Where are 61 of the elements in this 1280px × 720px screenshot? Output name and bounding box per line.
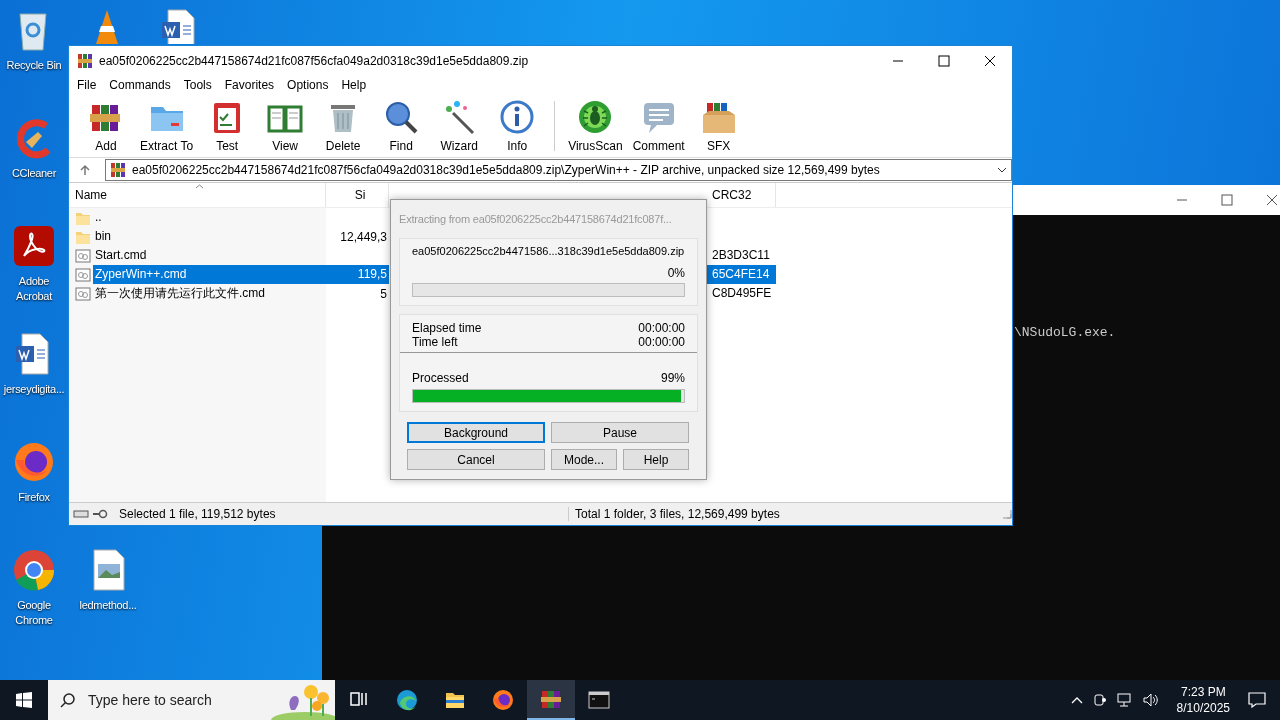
search-field[interactable]: Type here to search [86,691,261,709]
percent-text: 99% [660,371,685,385]
crc-value: C8D495FE [712,286,772,300]
dialog-button[interactable]: Background [407,422,545,443]
file-size: 12,449,3 [340,229,387,244]
menu-item[interactable]: File [77,78,97,92]
toolbar-button[interactable]: Find [374,99,429,157]
menu-item[interactable]: Options [287,78,329,92]
time-label: Time left [412,335,458,349]
toolbar-button[interactable]: Delete [316,99,371,157]
dialog-title: Extracting from ea05f0206225cc2b447158674d21fc087f... [399,212,673,227]
toolbar-button[interactable]: Test [200,99,255,157]
time-value: 00:00:00 [638,335,685,349]
clock-date: 8/10/2025 [1176,700,1230,716]
file-name[interactable]: 第一次使用请先运行此文件.cmd [93,284,326,303]
dialog-button[interactable]: Cancel [407,449,545,470]
file-name[interactable]: bin [93,227,326,246]
time-label: Elapsed time [412,321,482,335]
menu-item[interactable]: Favorites [224,78,275,92]
dialog-button[interactable]: Mode... [551,449,617,470]
crc-value: 65C4FE14 [712,267,770,281]
path-field[interactable]: ea05f0206225cc2b447158674d21fc087f56cfa049a2d0318c39d1e5e5dda809.zip\ZyperWin++ - ZIP archive, unpacked size 12,569,499 bytes [105,159,1012,181]
toolbar-button[interactable]: Comment [629,99,688,157]
menu-item[interactable]: Help [341,78,367,92]
status-text: Selected 1 file, 119,512 bytes [118,507,277,521]
crc-value: 2B3D3C11 [712,248,770,262]
file-size: 5 [380,286,387,301]
file-size: 119,5 [357,267,387,281]
clock[interactable]: 7:23 PM 8/10/2025 [1168,684,1238,716]
file-name[interactable]: Start.cmd [93,246,326,265]
time-value: 00:00:00 [638,321,685,335]
toolbar-button[interactable]: View [258,99,313,157]
toolbar-button[interactable]: Add [79,99,133,157]
toolbar-button[interactable]: VirusScan [565,99,626,157]
search-box[interactable]: Type here to search [48,680,335,720]
menu-item[interactable]: Tools [183,78,212,92]
archive-name: ea05f0206225cc2b4471586...318c39d1e5e5dda809.zip [412,245,685,257]
file-name[interactable]: ZyperWin++.cmd [93,265,326,284]
desktop-icon-label[interactable]: Adobe Acrobat [1,274,67,304]
status-text: Total 1 folder, 3 files, 12,569,499 bytes [568,507,999,521]
dialog-button[interactable]: Pause [551,422,689,443]
dialog-button[interactable]: Help [623,449,689,470]
toolbar-button[interactable]: SFX [691,99,746,157]
desktop-icon-label[interactable]: Firefox [18,490,50,505]
desktop-icon-label[interactable]: Google Chrome [1,598,67,628]
column-header[interactable]: Name [69,183,326,207]
desktop-icon-label[interactable]: jerseydigita... [3,382,65,397]
file-name[interactable]: .. [93,208,326,227]
column-header[interactable]: Si [326,183,389,207]
toolbar-button[interactable]: Info [490,99,545,157]
toolbar-button[interactable]: Extract To [137,99,197,157]
clock-time: 7:23 PM [1180,684,1226,700]
toolbar-button[interactable]: Wizard [432,99,487,157]
percent-text: 0% [667,266,685,280]
processed-label: Processed [412,371,469,385]
menu-item[interactable]: Commands [109,78,171,92]
desktop-icon-label[interactable]: ledmethod... [79,598,137,613]
window-title: ea05f0206225cc2b447158674d21fc087f56cfa049a2d0318c39d1e5e5dda809.zip [99,53,530,68]
desktop-icon-label[interactable]: Recycle Bin [6,58,62,73]
console-text: \NSudoLG.exe. [1014,325,1116,340]
desktop-icon-label[interactable]: CCleaner [11,166,57,181]
